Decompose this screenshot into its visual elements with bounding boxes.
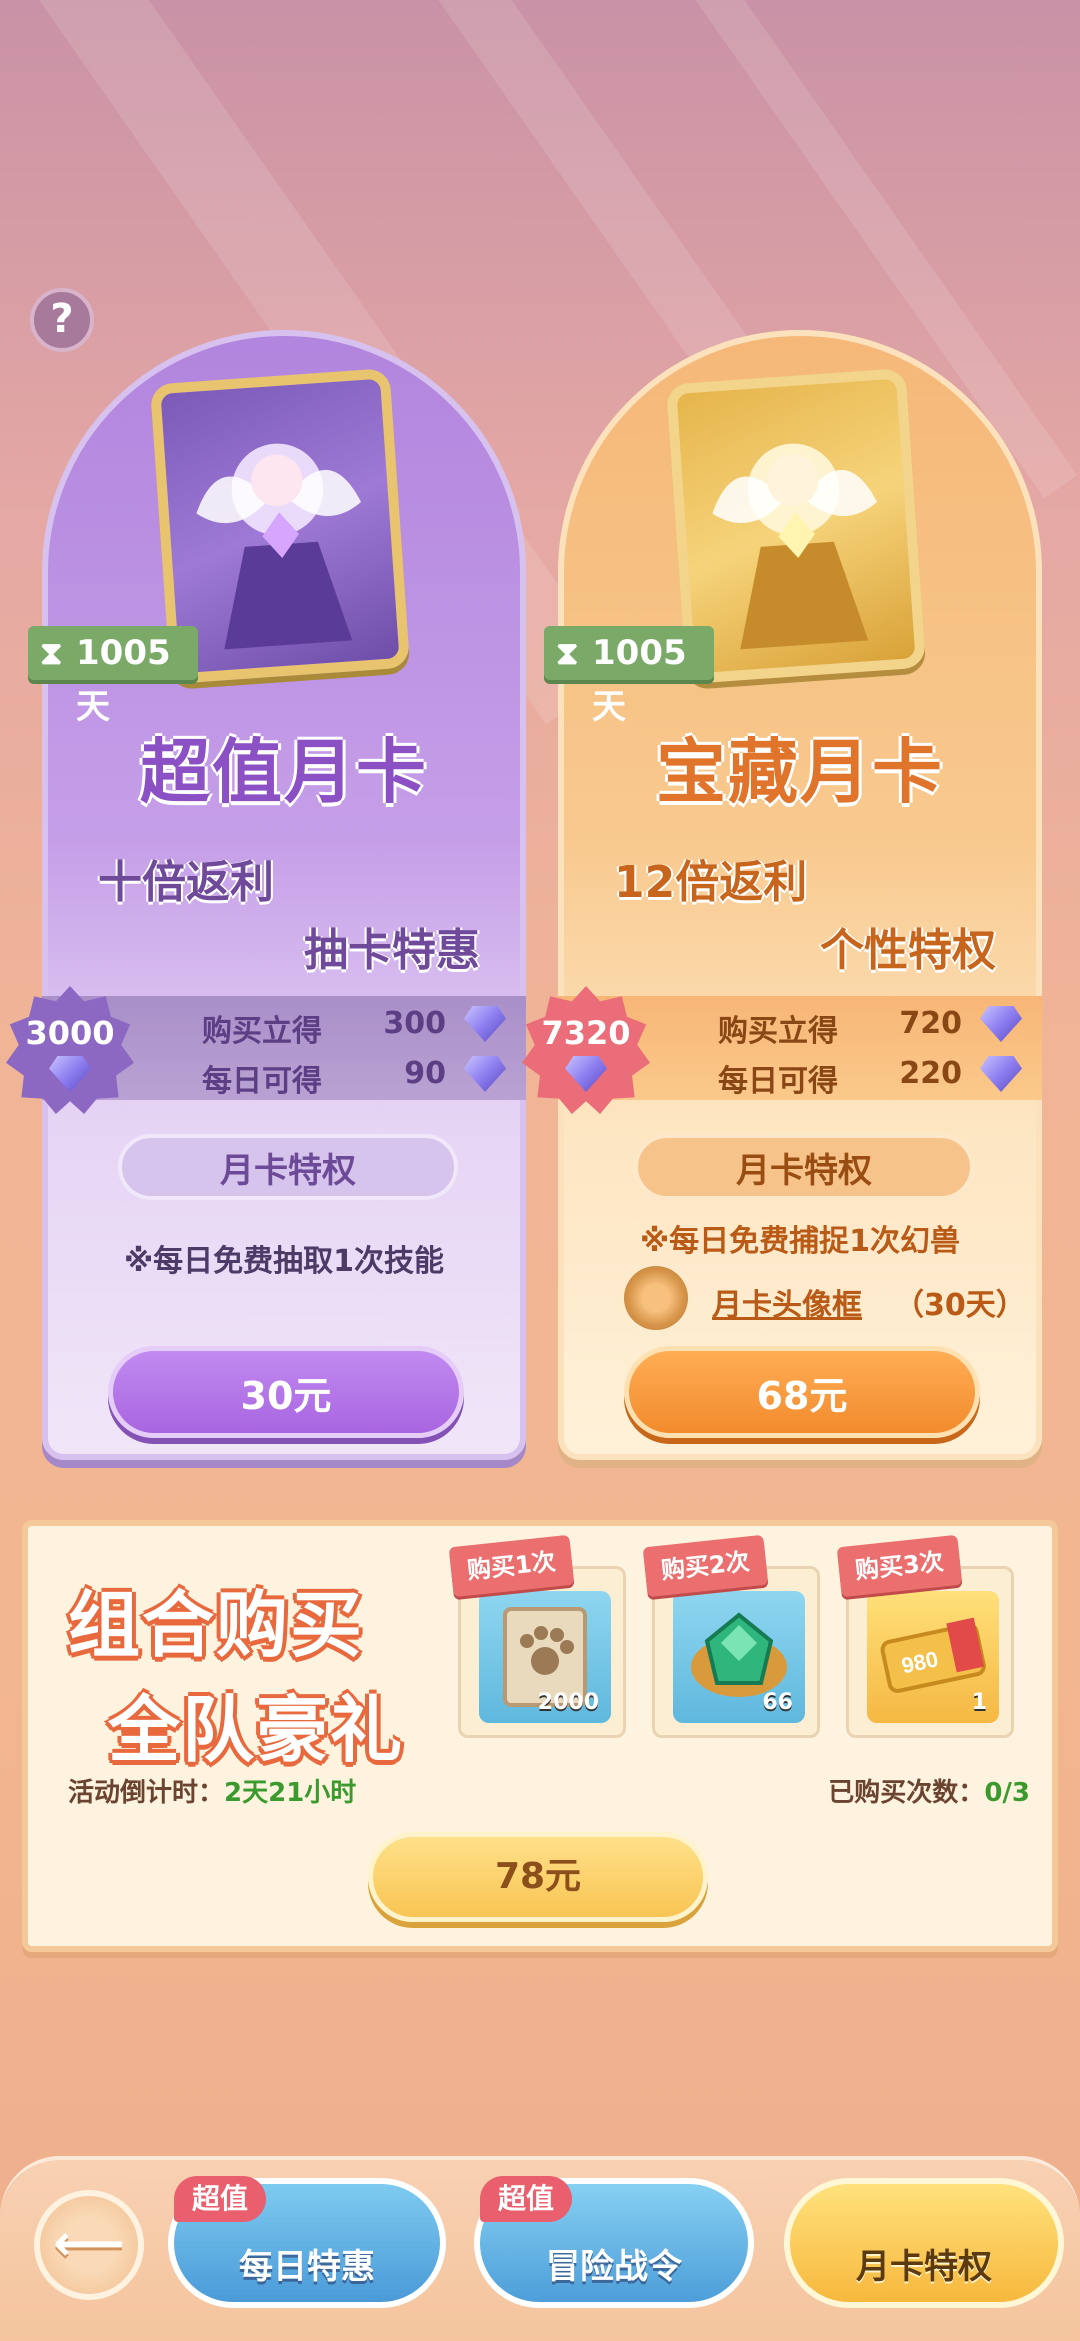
card-title: 宝藏月卡 (656, 731, 944, 813)
bundle-reward-2[interactable]: 66 购买2次 (642, 1534, 820, 1738)
diamond-icon (565, 1056, 607, 1092)
diamond-icon (49, 1056, 91, 1092)
bundle-reward-3[interactable]: 980 1 购买3次 (836, 1534, 1014, 1738)
hourglass-icon: ⧗ (556, 634, 579, 672)
avatar-frame-link[interactable]: 月卡头像框 (712, 1280, 862, 1324)
diamond-icon (464, 1006, 506, 1042)
purchase-count: 已购买次数：0/3 (828, 1778, 1030, 1808)
value-badge: 超值 (174, 2176, 267, 2222)
bundle-panel: 组合购买 全队豪礼 2000 购买1次 66 购买2次 980 1 购买3次 活… (22, 1520, 1058, 1952)
card-title: 超值月卡 (140, 731, 428, 813)
help-button[interactable]: ? (30, 288, 94, 352)
value-badge: 超值 (480, 2176, 573, 2222)
purchase-tier-tag: 购买3次 (836, 1534, 962, 1598)
card-slogan-1: 十倍返利 (98, 857, 274, 908)
bundle-title: 组合购买 全队豪礼 (68, 1583, 405, 1772)
buy-button-68[interactable]: 68元 (624, 1346, 980, 1438)
back-arrow-icon[interactable]: ⟵ (34, 2190, 144, 2300)
card-slogan-2: 抽卡特惠 (304, 925, 480, 976)
duration-tag: ⧗ 1005天 (544, 626, 714, 727)
privilege-header: 月卡特权 (118, 1134, 458, 1200)
purchase-tier-tag: 购买1次 (448, 1534, 574, 1598)
card-slogan-1: 12倍返利 (614, 857, 808, 908)
card-slogan-2: 个性特权 (820, 925, 996, 976)
bundle-reward-1[interactable]: 2000 购买1次 (448, 1534, 626, 1738)
tab-adventure-pass[interactable]: 超值 冒险战令 (474, 2176, 754, 2308)
monthly-card-super-value: ⧗ 1005天 超值月卡 十倍返利 抽卡特惠 购买立得 300 每日可得 90 … (6, 330, 526, 1460)
diamond-icon (980, 1006, 1022, 1042)
buy-bundle-button[interactable]: 78元 (368, 1832, 708, 1922)
diamond-icon (464, 1056, 506, 1092)
privilege-header: 月卡特权 (634, 1134, 974, 1200)
hourglass-icon: ⧗ (40, 634, 63, 672)
perk-text: ※每日免费捕捉1次幻兽 (639, 1224, 961, 1259)
duration-tag: ⧗ 1005天 (28, 626, 198, 727)
diamond-icon (980, 1056, 1022, 1092)
monthly-card-treasure: ⧗ 1005天 宝藏月卡 12倍返利 个性特权 购买立得 720 每日可得 22… (522, 330, 1042, 1460)
tab-daily-deals[interactable]: 超值 每日特惠 (168, 2176, 446, 2308)
countdown: 活动倒计时：2天21小时 (68, 1778, 357, 1808)
buy-button-30[interactable]: 30元 (108, 1346, 464, 1438)
perk-text: ※每日免费抽取1次技能 (123, 1244, 445, 1279)
tab-monthly-card[interactable]: 月卡特权 (784, 2178, 1064, 2308)
avatar-frame-icon (624, 1266, 688, 1330)
purchase-tier-tag: 购买2次 (642, 1534, 768, 1598)
